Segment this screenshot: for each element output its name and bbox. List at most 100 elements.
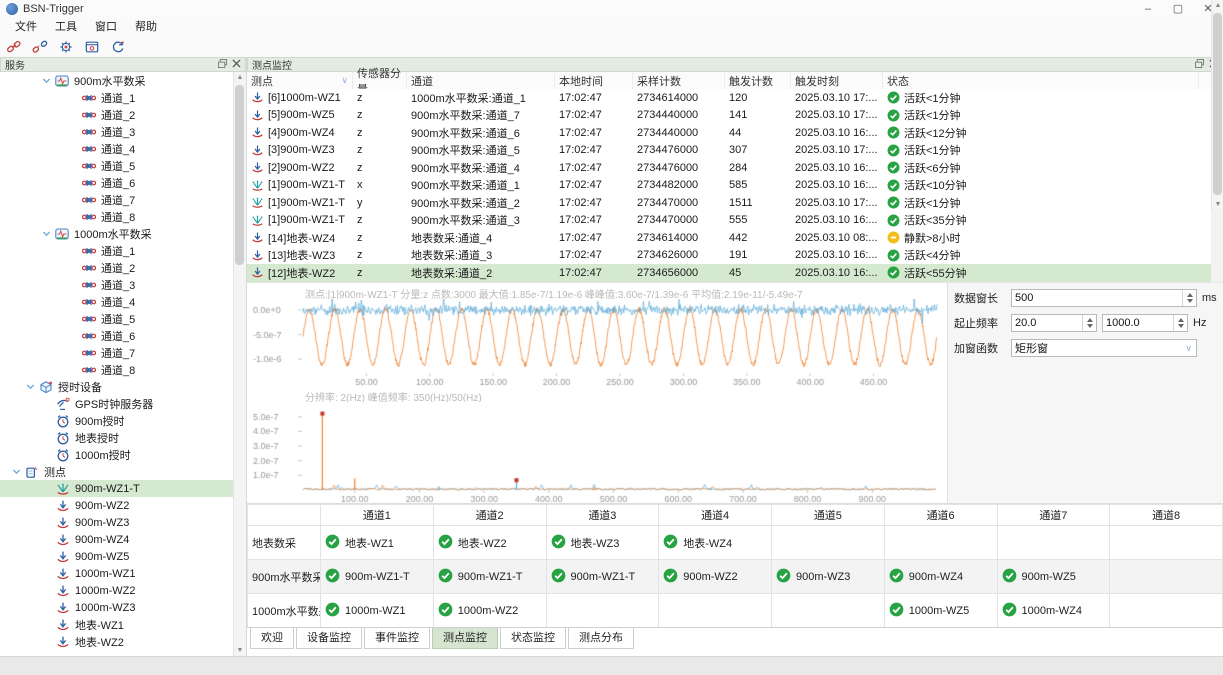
chevron-down-icon[interactable] [26, 382, 35, 391]
tree-item-900m-channel-6[interactable]: 通道_6 [0, 174, 234, 191]
tree-item-900m-wz5[interactable]: 900m-WZ5 [0, 548, 234, 565]
table-row[interactable]: [3]900m-WZ3z900m水平数采:通道_517:02:472734476… [247, 142, 1211, 160]
column-header-4[interactable]: 本地时间 [555, 72, 633, 89]
chevron-down-icon[interactable] [42, 76, 51, 85]
scroll-down-icon[interactable]: ▼ [1212, 199, 1223, 210]
menu-tools[interactable]: 工具 [46, 18, 86, 36]
tree-item-900m-wz3[interactable]: 900m-WZ3 [0, 514, 234, 531]
matrix-cell[interactable] [997, 526, 1110, 560]
tree-item-900m-channel-7[interactable]: 通道_7 [0, 191, 234, 208]
matrix-cell[interactable] [546, 594, 659, 628]
tree-item-1000m-channel-4[interactable]: 通道_4 [0, 293, 234, 310]
scroll-up-icon[interactable]: ▲ [1212, 0, 1223, 11]
tree-item-900m-channel-1[interactable]: 通道_1 [0, 89, 234, 106]
tree-item-1000m-timing[interactable]: 1000m授时 [0, 446, 234, 463]
freq-max-field[interactable] [1103, 317, 1173, 329]
tree-item-1000m-channel-7[interactable]: 通道_7 [0, 344, 234, 361]
settings-gear-icon[interactable] [56, 38, 76, 56]
matrix-cell[interactable]: 900m-WZ3 [772, 560, 885, 594]
matrix-col-header-4[interactable]: 通道4 [659, 505, 772, 526]
matrix-col-header-7[interactable]: 通道7 [997, 505, 1110, 526]
tree-item-900m-timing[interactable]: 900m授时 [0, 412, 234, 429]
tree-item-900m-daq[interactable]: 900m水平数采 [0, 72, 234, 89]
tree-scrollbar[interactable]: ▲ ▼ [233, 72, 246, 656]
scroll-up-icon[interactable]: ▲ [234, 72, 246, 83]
table-row[interactable]: [12]地表-WZ2z地表数采:通道_217:02:47273465600045… [247, 264, 1211, 282]
column-header-3[interactable]: 通道 [407, 72, 555, 89]
table-row[interactable]: [13]地表-WZ3z地表数采:通道_317:02:47273462600019… [247, 247, 1211, 265]
close-panel-icon[interactable] [232, 59, 241, 71]
connect-icon[interactable] [4, 38, 24, 56]
tree-item-surface-wz1[interactable]: 地表-WZ1 [0, 616, 234, 633]
tab-welcome[interactable]: 欢迎 [250, 628, 294, 649]
matrix-cell[interactable]: 地表-WZ1 [321, 526, 434, 560]
tab-event-monitor[interactable]: 事件监控 [364, 628, 430, 649]
minimize-button[interactable]: – [1133, 0, 1163, 18]
menu-file[interactable]: 文件 [6, 18, 46, 36]
matrix-cell[interactable]: 900m-WZ1-T [321, 560, 434, 594]
column-header-5[interactable]: 采样计数 [633, 72, 725, 89]
matrix-cell[interactable] [884, 526, 997, 560]
tree-item-900m-wz1-t[interactable]: 900m-WZ1-T [0, 480, 234, 497]
matrix-cell[interactable] [1110, 594, 1223, 628]
matrix-cell[interactable]: 1000m-WZ2 [433, 594, 546, 628]
disconnect-icon[interactable] [30, 38, 50, 56]
tree-item-900m-channel-4[interactable]: 通道_4 [0, 140, 234, 157]
column-header-8[interactable]: 状态 [883, 72, 1199, 89]
tab-station-monitor[interactable]: 测点监控 [432, 628, 498, 649]
table-scroll-thumb[interactable] [1213, 13, 1222, 195]
tree-item-timing-devices[interactable]: 授时设备 [0, 378, 234, 395]
window-length-spinbox[interactable] [1011, 289, 1197, 307]
table-row[interactable]: [1]900m-WZ1-Tz900m水平数采:通道_317:02:4727344… [247, 212, 1211, 230]
matrix-col-header-3[interactable]: 通道3 [546, 505, 659, 526]
matrix-col-header-8[interactable]: 通道8 [1110, 505, 1223, 526]
tree-item-1000m-channel-5[interactable]: 通道_5 [0, 310, 234, 327]
tree-item-900m-channel-5[interactable]: 通道_5 [0, 157, 234, 174]
refresh-icon[interactable] [108, 38, 128, 56]
table-row[interactable]: [4]900m-WZ4z900m水平数采:通道_617:02:472734440… [247, 124, 1211, 142]
matrix-cell[interactable] [1110, 560, 1223, 594]
tree-item-900m-channel-2[interactable]: 通道_2 [0, 106, 234, 123]
tree-item-1000m-channel-3[interactable]: 通道_3 [0, 276, 234, 293]
matrix-cell[interactable]: 地表-WZ4 [659, 526, 772, 560]
chevron-down-icon[interactable] [42, 229, 51, 238]
matrix-cell[interactable]: 900m-WZ4 [884, 560, 997, 594]
tab-status-monitor[interactable]: 状态监控 [500, 628, 566, 649]
maximize-button[interactable]: ▢ [1163, 0, 1193, 18]
tree-item-900m-channel-3[interactable]: 通道_3 [0, 123, 234, 140]
tree-item-1000m-wz3[interactable]: 1000m-WZ3 [0, 599, 234, 616]
freq-max-stepper[interactable] [1173, 315, 1187, 331]
tab-device-monitor[interactable]: 设备监控 [296, 628, 362, 649]
table-row[interactable]: [5]900m-WZ5z900m水平数采:通道_717:02:472734440… [247, 107, 1211, 125]
matrix-cell[interactable]: 900m-WZ1-T [546, 560, 659, 594]
window-fn-select[interactable]: 矩形窗 ∨ [1011, 339, 1197, 357]
float-panel-icon[interactable] [218, 59, 227, 71]
tab-station-distribution[interactable]: 测点分布 [568, 628, 634, 649]
freq-max-spinbox[interactable] [1102, 314, 1188, 332]
column-header-1[interactable]: 测点∨ [247, 72, 353, 89]
menu-window[interactable]: 窗口 [86, 18, 126, 36]
table-row[interactable]: [2]900m-WZ2z900m水平数采:通道_417:02:472734476… [247, 159, 1211, 177]
tree-item-1000m-wz2[interactable]: 1000m-WZ2 [0, 582, 234, 599]
matrix-cell[interactable]: 900m-WZ2 [659, 560, 772, 594]
matrix-cell[interactable] [772, 526, 885, 560]
window-length-field[interactable] [1012, 292, 1182, 304]
column-header-6[interactable]: 触发计数 [725, 72, 791, 89]
tree-item-900m-wz2[interactable]: 900m-WZ2 [0, 497, 234, 514]
tree-item-900m-wz4[interactable]: 900m-WZ4 [0, 531, 234, 548]
app-window-icon[interactable] [82, 38, 102, 56]
tree-item-900m-channel-8[interactable]: 通道_8 [0, 208, 234, 225]
matrix-cell[interactable]: 900m-WZ1-T [433, 560, 546, 594]
matrix-col-header-6[interactable]: 通道6 [884, 505, 997, 526]
chevron-down-icon[interactable] [12, 467, 21, 476]
freq-min-stepper[interactable] [1082, 315, 1096, 331]
matrix-cell[interactable] [772, 594, 885, 628]
float-panel-icon[interactable] [1195, 59, 1204, 71]
matrix-col-header-2[interactable]: 通道2 [433, 505, 546, 526]
tree-scroll-thumb[interactable] [235, 85, 244, 265]
tree-item-1000m-channel-1[interactable]: 通道_1 [0, 242, 234, 259]
window-length-stepper[interactable] [1182, 290, 1196, 306]
tree-item-1000m-channel-8[interactable]: 通道_8 [0, 361, 234, 378]
matrix-cell[interactable]: 1000m-WZ4 [997, 594, 1110, 628]
table-row[interactable]: [6]1000m-WZ1z1000m水平数采:通道_117:02:4727346… [247, 89, 1211, 107]
